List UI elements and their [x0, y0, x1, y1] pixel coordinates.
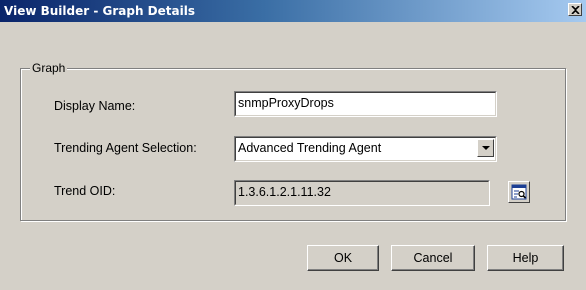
cancel-button[interactable]: Cancel — [391, 245, 475, 271]
trend-oid-value: 1.3.6.1.2.1.11.32 — [238, 185, 331, 199]
ok-button[interactable]: OK — [307, 245, 379, 271]
display-name-input[interactable]: snmpProxyDrops — [234, 91, 497, 117]
trending-agent-select[interactable]: Advanced Trending Agent — [234, 136, 497, 162]
dropdown-button[interactable] — [477, 139, 494, 157]
close-icon — [571, 6, 580, 14]
graph-details-dialog: View Builder - Graph Details Graph Displ… — [0, 0, 586, 290]
trending-agent-value: Advanced Trending Agent — [238, 141, 382, 155]
display-name-value: snmpProxyDrops — [238, 96, 334, 110]
title-bar[interactable]: View Builder - Graph Details — [0, 0, 586, 22]
mib-browse-icon — [511, 184, 527, 200]
trend-oid-label: Trend OID: — [54, 184, 116, 198]
trending-agent-label: Trending Agent Selection: — [54, 141, 197, 155]
window-title: View Builder - Graph Details — [4, 4, 195, 18]
trend-oid-field: 1.3.6.1.2.1.11.32 — [234, 180, 490, 206]
help-button[interactable]: Help — [487, 245, 564, 271]
chevron-down-icon — [482, 146, 490, 150]
display-name-label: Display Name: — [54, 99, 136, 113]
group-legend: Graph — [30, 60, 68, 76]
browse-oid-button[interactable] — [508, 181, 530, 203]
close-button[interactable] — [568, 3, 582, 16]
